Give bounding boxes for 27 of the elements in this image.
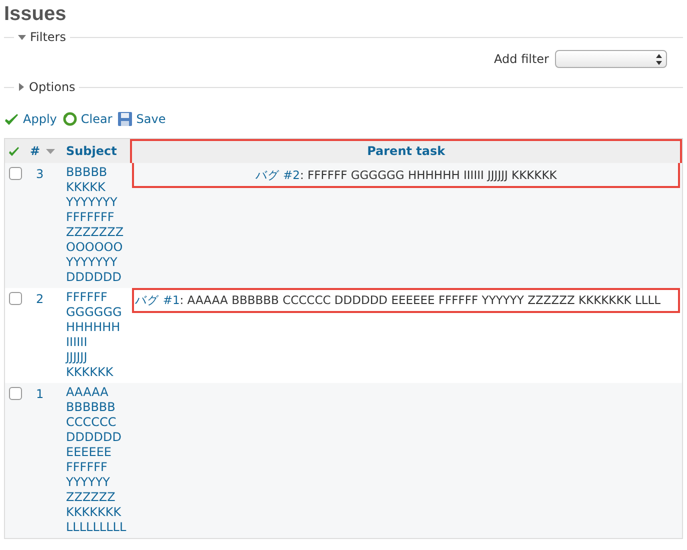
row-checkbox[interactable] [9, 387, 22, 400]
add-filter-label: Add filter [494, 51, 549, 68]
dropdown-arrows-icon [656, 54, 662, 64]
issue-id-link[interactable]: 3 [36, 167, 44, 181]
checkmark-icon [4, 112, 19, 126]
issue-id-link[interactable]: 1 [36, 387, 44, 401]
issue-subject-link[interactable]: FFFFFF GGGGGG HHHHHH IIIIII JJJJJJ KKKKKK [66, 290, 122, 380]
sort-column-header[interactable]: # [30, 144, 40, 158]
expand-icon [18, 83, 25, 91]
save-link[interactable]: Save [118, 110, 166, 128]
clear-link[interactable]: Clear [62, 110, 112, 128]
row-checkbox[interactable] [9, 167, 22, 180]
issue-id-link[interactable]: 2 [36, 292, 44, 306]
check-all-icon[interactable] [9, 146, 19, 157]
row-checkbox[interactable] [9, 292, 22, 305]
page-title: Issues [4, 2, 68, 26]
parent-task-text: バグ #2: FFFFFF GGGGGG HHHHHH IIIIII JJJJJJ KKKKKK [132, 163, 680, 188]
fieldset-toggle[interactable]: Options [18, 78, 76, 96]
parent-task-link[interactable]: バグ #1 [135, 293, 180, 307]
refresh-icon [62, 112, 77, 126]
parent-task-text: バグ #1: AAAAA BBBBBB CCCCCC DDDDDD EEEEEE FFFFFF YYYYYY ZZZZZZ KKKKKKK LLLL [132, 288, 680, 314]
apply-link[interactable]: Apply [4, 110, 57, 128]
column-header[interactable]: Parent task [367, 144, 446, 158]
parent-task-link[interactable]: バグ #2 [255, 168, 300, 182]
add-filter-select[interactable] [555, 50, 667, 68]
fieldset-toggle[interactable]: Filters [18, 28, 66, 46]
collapse-icon [18, 34, 26, 40]
